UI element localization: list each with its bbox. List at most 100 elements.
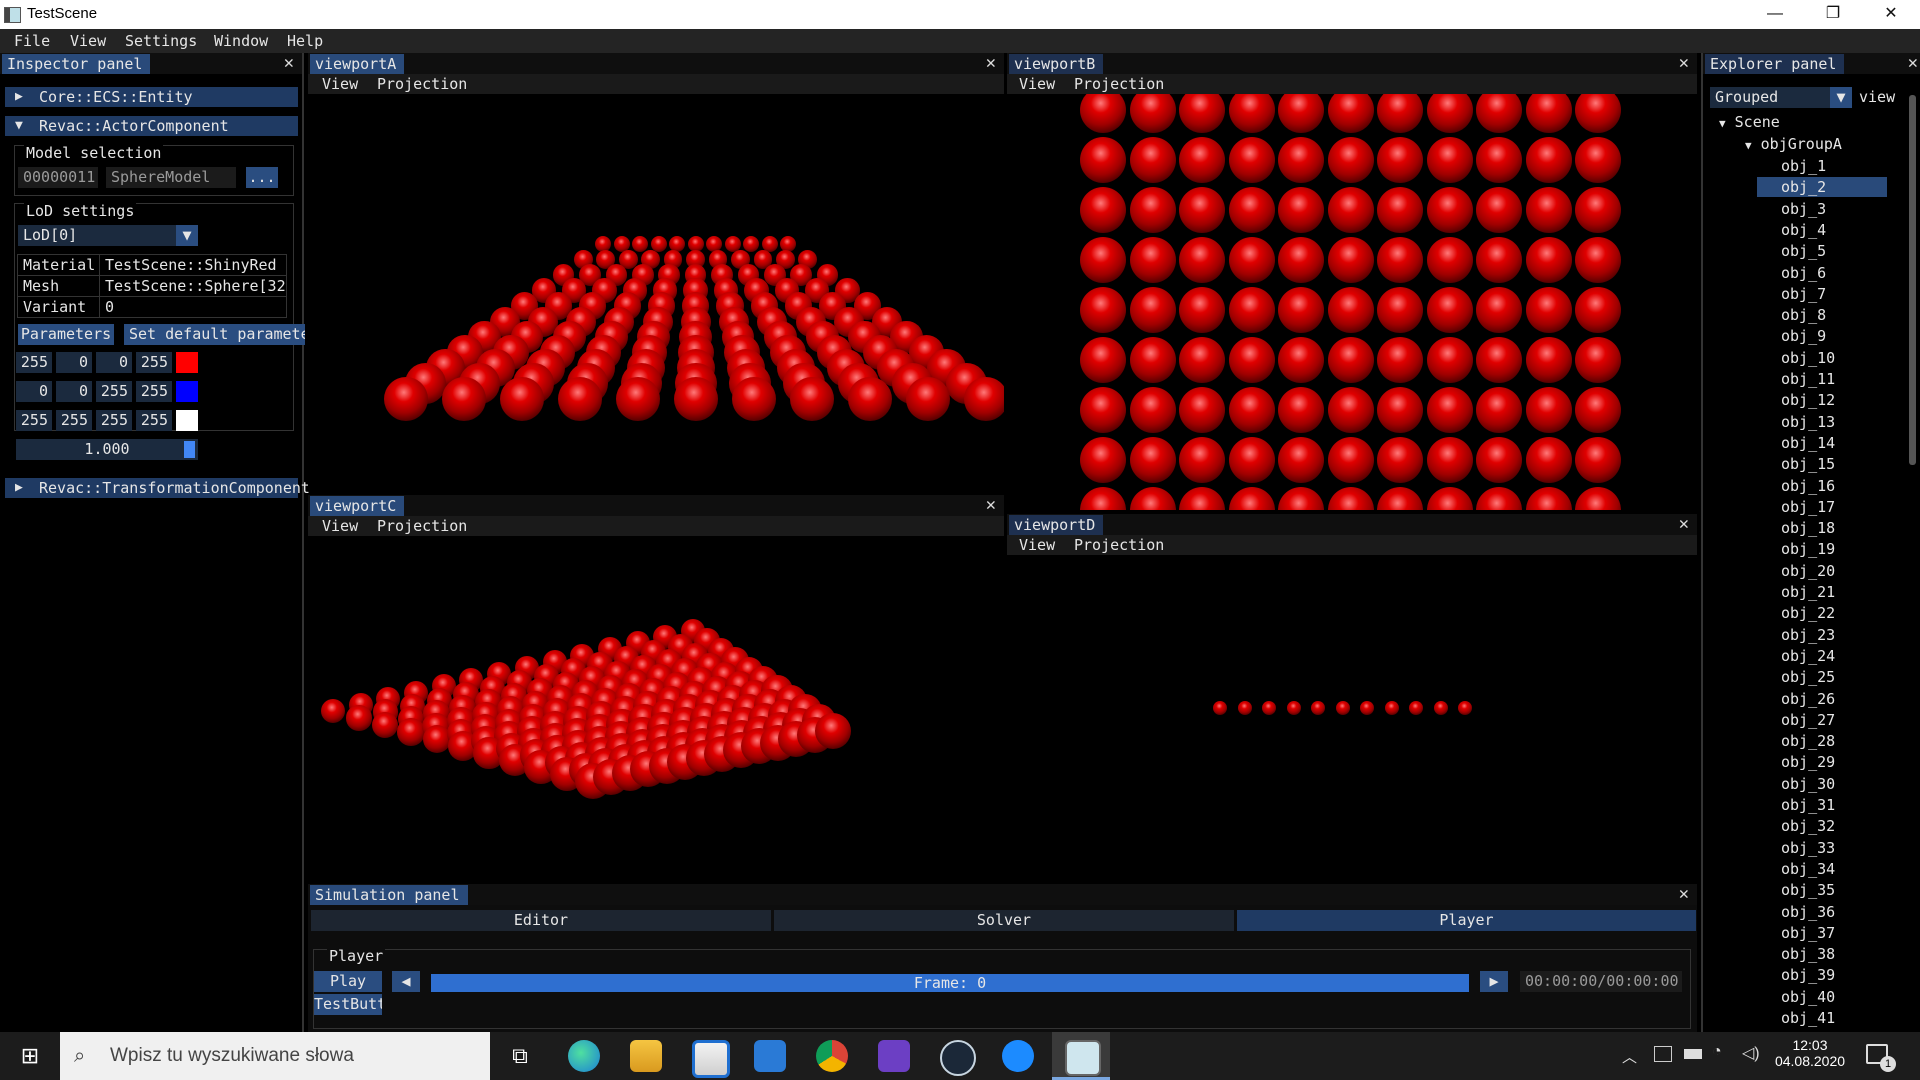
tree-item[interactable]: obj_17 [1757,497,1887,517]
viewport-view-menu[interactable]: View [1019,75,1055,93]
tab-editor[interactable]: Editor [311,910,771,931]
tree-item[interactable]: obj_15 [1757,454,1887,474]
clock[interactable]: 12:03 04.08.2020 [1770,1037,1850,1069]
tree-item[interactable]: obj_35 [1757,880,1887,900]
messenger-icon[interactable] [1002,1040,1034,1072]
windows-start-icon[interactable]: ⊞ [0,1032,60,1080]
close-icon[interactable]: ✕ [1679,884,1689,905]
color-a[interactable]: 255 [136,381,172,402]
tab-viewport-a[interactable]: viewportA [310,54,405,74]
color-swatch[interactable] [176,410,198,431]
viewport-projection-menu[interactable]: Projection [1074,75,1164,93]
scrollbar-thumb[interactable] [1909,95,1916,465]
test-button[interactable]: TestButt [314,994,382,1015]
viewport-view-menu[interactable]: View [1019,536,1055,554]
intensity-slider[interactable]: 1.000 [16,439,198,460]
tree-item[interactable]: obj_40 [1757,987,1887,1007]
volume-icon[interactable]: ◁) [1742,1043,1760,1063]
color-b[interactable]: 255 [96,410,132,431]
tree-item[interactable]: obj_11 [1757,369,1887,389]
tree-item[interactable]: obj_23 [1757,625,1887,645]
viewport-a[interactable]: viewportA ✕ View Projection [308,53,1004,491]
close-icon[interactable]: ✕ [284,53,294,74]
viewport-c[interactable]: viewportC ✕ View Projection [308,495,1004,881]
wifi-icon[interactable]: ◔ [1712,1043,1722,1061]
viewport-b-render[interactable] [1007,94,1697,510]
lod-select[interactable]: LoD[0] ▼ [18,225,198,246]
battery-icon[interactable] [1684,1049,1702,1059]
grouping-select[interactable]: Grouped ▼ [1710,87,1852,108]
browse-button[interactable]: ... [246,167,278,188]
tab-viewport-b[interactable]: viewportB [1009,54,1104,74]
chevron-up-icon[interactable]: ︿ [1622,1046,1637,1067]
tree-item[interactable]: obj_30 [1757,774,1887,794]
store-icon[interactable] [692,1040,730,1078]
tree-item[interactable]: obj_37 [1757,923,1887,943]
tree-item[interactable]: obj_16 [1757,476,1887,496]
color-r[interactable]: 0 [16,381,52,402]
viewport-b[interactable]: viewportB ✕ View Projection [1007,53,1697,510]
tree-item[interactable]: obj_9 [1757,326,1887,346]
tree-item[interactable]: obj_25 [1757,667,1887,687]
color-b[interactable]: 255 [96,381,132,402]
viewport-projection-menu[interactable]: Projection [377,517,467,535]
frame-progress-bar[interactable]: Frame: 0 [431,974,1469,992]
tab-solver[interactable]: Solver [774,910,1234,931]
testscene-app-icon[interactable] [1065,1040,1101,1076]
tree-item[interactable]: obj_1 [1757,156,1887,176]
menu-view[interactable]: View [70,32,106,50]
color-r[interactable]: 255 [16,352,52,373]
tree-item[interactable]: obj_41 [1757,1008,1887,1028]
tab-explorer[interactable]: Explorer panel [1705,54,1845,74]
tree-item[interactable]: obj_31 [1757,795,1887,815]
color-swatch[interactable] [176,352,198,373]
mail-icon[interactable] [754,1040,786,1072]
close-icon[interactable]: ✕ [1679,53,1689,74]
task-view-icon[interactable]: ⧉ [504,1040,536,1072]
color-r[interactable]: 255 [16,410,52,431]
tree-node-scene[interactable]: ▼ Scene [1719,113,1780,131]
tree-item[interactable]: obj_20 [1757,561,1887,581]
close-icon[interactable]: ✕ [986,53,996,74]
tree-item[interactable]: obj_27 [1757,710,1887,730]
close-icon[interactable]: ✕ [986,495,996,516]
minimize-button[interactable]: — [1746,0,1804,29]
menu-help[interactable]: Help [287,32,323,50]
actor-component-header[interactable]: ▼ Revac::ActorComponent [5,116,298,136]
viewport-view-menu[interactable]: View [322,517,358,535]
tree-item[interactable]: obj_2 [1757,177,1887,198]
tree-item[interactable]: obj_5 [1757,241,1887,261]
viewport-projection-menu[interactable]: Projection [377,75,467,93]
tree-item[interactable]: obj_12 [1757,390,1887,410]
security-icon[interactable] [1654,1046,1672,1062]
tree-item[interactable]: obj_26 [1757,689,1887,709]
tab-inspector[interactable]: Inspector panel [2,54,151,74]
search-box[interactable]: ⌕ Wpisz tu wyszukiwane słowa [60,1032,490,1080]
tree-item[interactable]: obj_33 [1757,838,1887,858]
active-app-tile[interactable] [1052,1032,1110,1080]
tree-item[interactable]: obj_7 [1757,284,1887,304]
tree-item[interactable]: obj_14 [1757,433,1887,453]
viewport-a-render[interactable] [308,94,1004,491]
viewport-d[interactable]: viewportD ✕ View Projection [1007,514,1697,881]
tab-viewport-c[interactable]: viewportC [310,496,405,516]
tree-item[interactable]: obj_28 [1757,731,1887,751]
tree-item[interactable]: obj_24 [1757,646,1887,666]
view-label[interactable]: view [1859,88,1895,106]
tree-item[interactable]: obj_34 [1757,859,1887,879]
prev-frame-button[interactable]: ◀ [392,971,420,992]
close-button[interactable]: ✕ [1862,0,1920,29]
tree-item[interactable]: obj_18 [1757,518,1887,538]
color-a[interactable]: 255 [136,352,172,373]
close-icon[interactable]: ✕ [1679,514,1689,535]
color-g[interactable]: 0 [56,381,92,402]
tree-item[interactable]: obj_19 [1757,539,1887,559]
tree-item[interactable]: obj_6 [1757,263,1887,283]
play-button[interactable]: Play [314,971,382,992]
tree-item[interactable]: obj_22 [1757,603,1887,623]
model-id-field[interactable]: 00000011 [18,167,98,188]
viewport-c-render[interactable] [308,536,1004,881]
menu-file[interactable]: File [14,32,50,50]
viewport-projection-menu[interactable]: Projection [1074,536,1164,554]
chrome-icon[interactable] [816,1040,848,1072]
